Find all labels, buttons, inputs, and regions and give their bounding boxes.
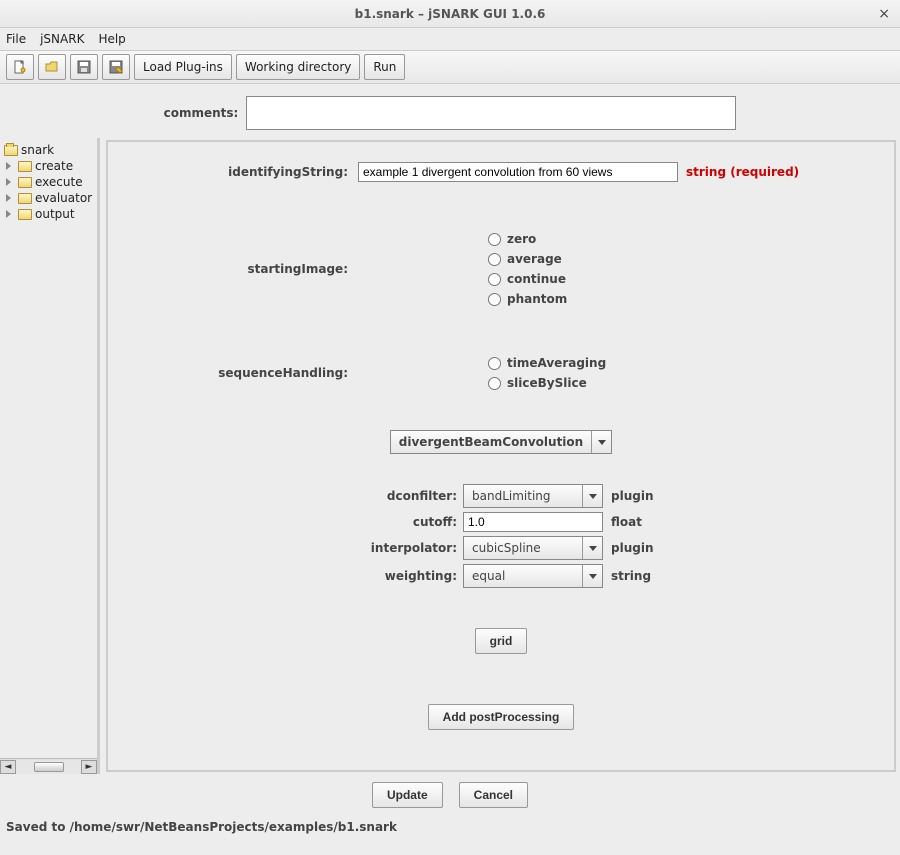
add-postprocessing-button[interactable]: Add postProcessing bbox=[428, 704, 575, 730]
new-file-button[interactable] bbox=[6, 54, 34, 80]
sequence-handling-row: sequenceHandling: timeAveraging sliceByS… bbox=[138, 356, 864, 390]
bottom-buttons: Update Cancel bbox=[0, 774, 900, 816]
scroll-right-icon[interactable]: ► bbox=[81, 760, 97, 774]
scroll-track[interactable] bbox=[16, 760, 81, 774]
tree-root[interactable]: snark bbox=[2, 142, 95, 158]
menu-file[interactable]: File bbox=[6, 32, 26, 46]
working-directory-button[interactable]: Working directory bbox=[236, 54, 360, 80]
open-folder-icon bbox=[44, 59, 60, 75]
chevron-down-icon bbox=[582, 565, 602, 587]
folder-icon bbox=[18, 177, 32, 188]
toolbar: Load Plug-ins Working directory Run bbox=[0, 50, 900, 84]
weighting-label: weighting: bbox=[368, 569, 463, 583]
tree-panel: snark create execute evaluator output ◄ … bbox=[0, 138, 100, 774]
folder-icon bbox=[4, 145, 18, 156]
folder-icon bbox=[18, 161, 32, 172]
save-as-icon bbox=[108, 59, 124, 75]
starting-image-label: startingImage: bbox=[138, 232, 358, 276]
comments-row: comments: bbox=[0, 84, 900, 138]
close-icon[interactable]: × bbox=[878, 6, 890, 22]
expander-icon[interactable] bbox=[6, 162, 15, 171]
identifying-string-req: string (required) bbox=[686, 165, 799, 179]
sequence-handling-label: sequenceHandling: bbox=[138, 356, 358, 380]
tree-item-output[interactable]: output bbox=[2, 206, 95, 222]
expander-icon[interactable] bbox=[6, 178, 15, 187]
folder-icon bbox=[18, 209, 32, 220]
run-button[interactable]: Run bbox=[364, 54, 405, 80]
titlebar: b1.snark – jSNARK GUI 1.0.6 × bbox=[0, 0, 900, 28]
save-icon bbox=[76, 59, 92, 75]
add-post-row: Add postProcessing bbox=[138, 704, 864, 730]
tree-item-create[interactable]: create bbox=[2, 158, 95, 174]
save-button[interactable] bbox=[70, 54, 98, 80]
param-grid: dconfilter: bandLimiting plugin cutoff: … bbox=[368, 484, 864, 588]
menu-help[interactable]: Help bbox=[98, 32, 125, 46]
grid-row: grid bbox=[138, 628, 864, 654]
starting-image-row: startingImage: zero average continue pha… bbox=[138, 232, 864, 306]
new-file-icon bbox=[12, 59, 28, 75]
algorithm-select[interactable]: divergentBeamConvolution bbox=[390, 430, 612, 454]
expander-icon[interactable] bbox=[6, 194, 15, 203]
identifying-string-input[interactable] bbox=[358, 162, 678, 182]
starting-image-group: zero average continue phantom bbox=[488, 232, 567, 306]
update-button[interactable]: Update bbox=[372, 782, 443, 808]
radio-continue[interactable] bbox=[488, 273, 501, 286]
radio-zero[interactable] bbox=[488, 233, 501, 246]
identifying-string-label: identifyingString: bbox=[138, 165, 358, 179]
tree-item-evaluator[interactable]: evaluator bbox=[2, 190, 95, 206]
tree-scrollbar[interactable]: ◄ ► bbox=[0, 758, 97, 774]
dconfilter-select[interactable]: bandLimiting bbox=[463, 484, 603, 508]
interpolator-label: interpolator: bbox=[368, 541, 463, 555]
expander-icon[interactable] bbox=[6, 210, 15, 219]
tree-root-label: snark bbox=[21, 143, 54, 157]
window-title: b1.snark – jSNARK GUI 1.0.6 bbox=[355, 7, 546, 21]
chevron-down-icon bbox=[582, 485, 602, 507]
comments-label: comments: bbox=[164, 106, 239, 120]
main-select-row: divergentBeamConvolution bbox=[138, 430, 864, 454]
grid-button[interactable]: grid bbox=[475, 628, 528, 654]
statusbar: Saved to /home/swr/NetBeansProjects/exam… bbox=[0, 816, 900, 838]
chevron-down-icon bbox=[591, 431, 611, 453]
open-file-button[interactable] bbox=[38, 54, 66, 80]
identifying-string-row: identifyingString: string (required) bbox=[138, 162, 864, 182]
cutoff-label: cutoff: bbox=[368, 515, 463, 529]
radio-phantom[interactable] bbox=[488, 293, 501, 306]
radio-slice-by-slice[interactable] bbox=[488, 377, 501, 390]
chevron-down-icon bbox=[582, 537, 602, 559]
form-panel: identifyingString: string (required) sta… bbox=[106, 140, 896, 772]
folder-icon bbox=[18, 193, 32, 204]
menubar: File jSNARK Help bbox=[0, 28, 900, 50]
cutoff-input[interactable] bbox=[463, 512, 603, 532]
interpolator-select[interactable]: cubicSpline bbox=[463, 536, 603, 560]
radio-average[interactable] bbox=[488, 253, 501, 266]
radio-time-averaging[interactable] bbox=[488, 357, 501, 370]
comments-input[interactable] bbox=[246, 96, 736, 130]
sequence-handling-group: timeAveraging sliceBySlice bbox=[488, 356, 606, 390]
menu-jsnark[interactable]: jSNARK bbox=[40, 32, 84, 46]
tree-item-execute[interactable]: execute bbox=[2, 174, 95, 190]
dconfilter-label: dconfilter: bbox=[368, 489, 463, 503]
main-split: snark create execute evaluator output ◄ … bbox=[0, 138, 900, 774]
load-plugins-button[interactable]: Load Plug-ins bbox=[134, 54, 232, 80]
scroll-left-icon[interactable]: ◄ bbox=[0, 760, 16, 774]
scroll-thumb[interactable] bbox=[34, 762, 64, 772]
cancel-button[interactable]: Cancel bbox=[459, 782, 528, 808]
save-as-button[interactable] bbox=[102, 54, 130, 80]
weighting-select[interactable]: equal bbox=[463, 564, 603, 588]
